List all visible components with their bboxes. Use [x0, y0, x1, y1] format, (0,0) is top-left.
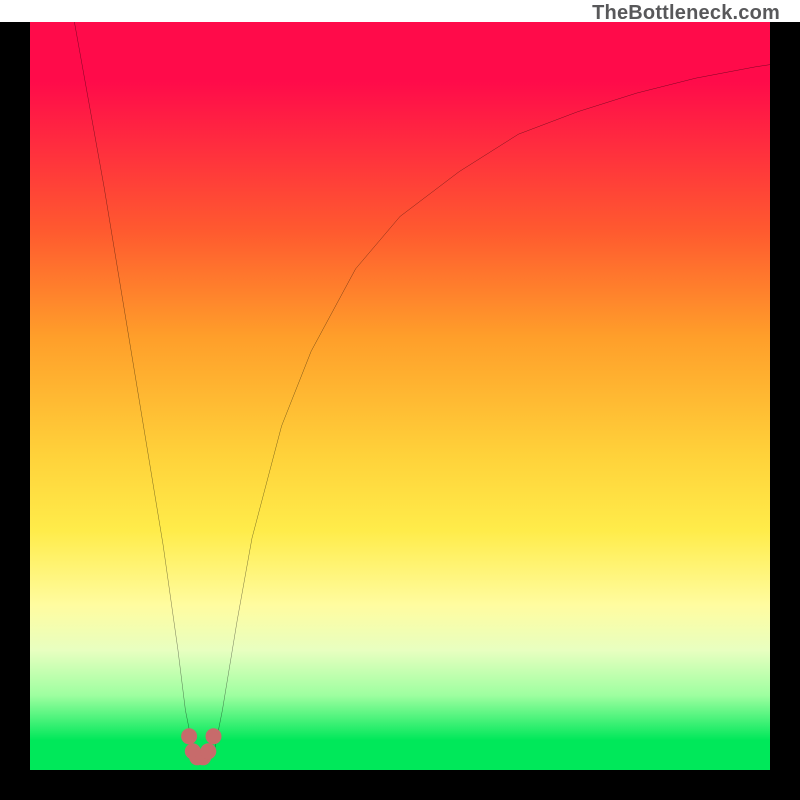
trough-markers [30, 22, 770, 770]
trough-marker-dot [200, 743, 216, 759]
chart-plot-area [30, 22, 770, 770]
chart-frame [0, 22, 800, 800]
trough-marker-dot [206, 728, 222, 744]
trough-marker-dot [181, 728, 197, 744]
